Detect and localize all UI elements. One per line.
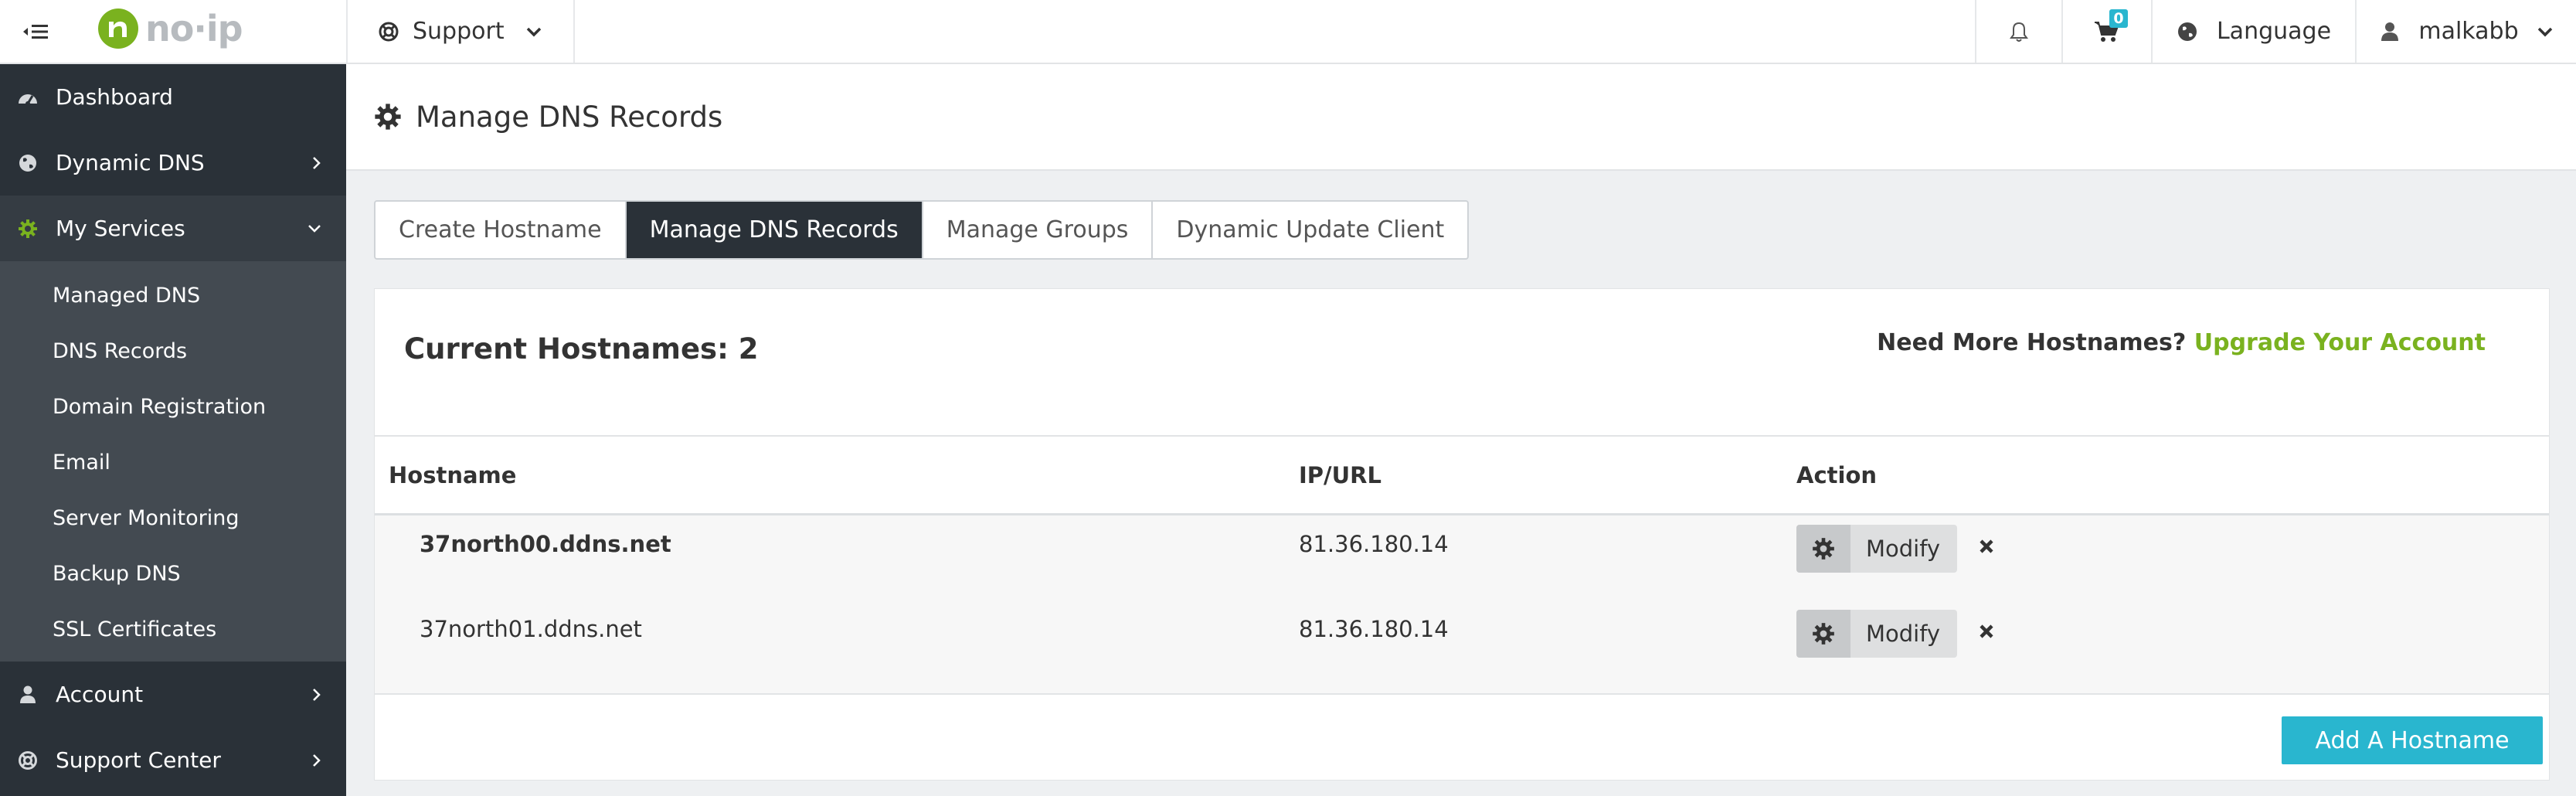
gear-icon [1796,610,1850,658]
modify-button[interactable]: Modify [1796,525,1958,573]
tab-bar: Create Hostname Manage DNS Records Manag… [374,200,1470,260]
sidebar-item-dynamic-dns[interactable]: Dynamic DNS [0,130,346,196]
chevron-down-icon [526,26,542,37]
hostname-cell[interactable]: 37north01.ddns.net [420,616,642,642]
user-icon [2380,21,2400,43]
chevron-right-icon [312,753,321,768]
table-row: 37north01.ddns.net 81.36.180.14 Modify [375,600,2549,685]
tab-manage-groups[interactable]: Manage Groups [923,202,1154,258]
language-dropdown[interactable]: Language [2151,0,2355,63]
user-menu[interactable]: malkabb [2355,0,2576,63]
cart-button[interactable]: 0 [2061,0,2151,63]
chevron-right-icon [312,687,321,702]
column-header-ip-url: IP/URL [1299,461,1381,488]
ip-cell: 81.36.180.14 [1299,531,1449,557]
sidebar-item-support-center[interactable]: Support Center [0,727,346,793]
logo-text: no·ip [145,8,243,49]
submenu-item-email[interactable]: Email [0,434,346,490]
table-header: Hostname IP/URL Action [375,435,2549,515]
lifebuoy-icon [15,748,40,773]
logo-mark-icon [96,6,141,51]
submenu-item-dns-records[interactable]: DNS Records [0,323,346,379]
username-label: malkabb [2418,18,2519,45]
cart-count-badge: 0 [2109,9,2128,28]
sidebar-item-label: Account [56,682,144,707]
submenu-item-managed-dns[interactable]: Managed DNS [0,267,346,323]
menu-collapse-icon [22,22,49,41]
dashboard-icon [15,85,40,110]
column-header-action: Action [1796,461,1878,488]
delete-close-icon[interactable] [1979,539,1994,554]
submenu-item-server-monitoring[interactable]: Server Monitoring [0,490,346,546]
lifebuoy-icon [379,22,399,42]
submenu-item-backup-dns[interactable]: Backup DNS [0,546,346,601]
modify-label: Modify [1850,610,1958,658]
top-bar: no·ip Support 0 Language malkabb [0,0,2576,64]
need-more-hostnames: Need More Hostnames? Upgrade Your Accoun… [1877,329,2486,356]
bell-icon [2009,21,2029,43]
sidebar-item-account[interactable]: Account [0,662,346,727]
gear-icon [374,103,402,131]
hostname-cell[interactable]: 37north00.ddns.net [420,531,671,557]
upgrade-account-link[interactable]: Upgrade Your Account [2194,329,2486,356]
sidebar-item-label: Dashboard [56,84,173,110]
globe-icon [2177,21,2198,43]
table-row: 37north00.ddns.net 81.36.180.14 Modify [375,515,2549,600]
chevron-down-icon [308,224,321,233]
sidebar-item-dashboard[interactable]: Dashboard [0,64,346,130]
current-hostnames-count: Current Hostnames: 2 [404,332,759,366]
column-header-hostname: Hostname [389,461,517,488]
submenu-item-ssl-certificates[interactable]: SSL Certificates [0,601,346,657]
chevron-right-icon [312,155,321,171]
my-services-submenu: Managed DNS DNS Records Domain Registrat… [0,261,346,662]
sidebar-item-my-services[interactable]: My Services [0,196,346,261]
sidebar: Dashboard Dynamic DNS My Services Manage… [0,64,346,796]
page-title: Manage DNS Records [416,100,723,134]
tab-dynamic-update-client[interactable]: Dynamic Update Client [1153,202,1467,258]
globe-icon [15,151,40,175]
ip-cell: 81.36.180.14 [1299,616,1449,642]
modify-button[interactable]: Modify [1796,610,1958,658]
tab-manage-dns-records[interactable]: Manage DNS Records [626,202,923,258]
gear-icon [15,216,40,241]
noip-logo[interactable]: no·ip [96,5,243,53]
language-label: Language [2216,18,2332,45]
user-icon [15,682,40,707]
sidebar-item-label: Support Center [56,747,221,773]
sidebar-item-label: My Services [56,216,185,241]
chevron-down-icon [2537,26,2553,37]
modify-label: Modify [1850,525,1958,573]
support-dropdown[interactable]: Support [348,0,575,63]
page-header: Manage DNS Records [346,64,2576,171]
delete-close-icon[interactable] [1979,624,1994,639]
submenu-item-domain-registration[interactable]: Domain Registration [0,379,346,434]
support-label: Support [413,18,505,45]
sidebar-item-label: Dynamic DNS [56,150,205,175]
need-more-label: Need More Hostnames? [1877,329,2187,356]
add-hostname-button[interactable]: Add A Hostname [2282,716,2543,764]
table-footer-divider [375,685,2549,695]
menu-toggle-button[interactable] [0,0,71,63]
notifications-button[interactable] [1975,0,2061,63]
hostnames-card: Current Hostnames: 2 Need More Hostnames… [374,288,2550,781]
gear-icon [1796,525,1850,573]
tab-create-hostname[interactable]: Create Hostname [376,202,627,258]
hostnames-table: Hostname IP/URL Action 37north00.ddns.ne… [375,435,2549,695]
